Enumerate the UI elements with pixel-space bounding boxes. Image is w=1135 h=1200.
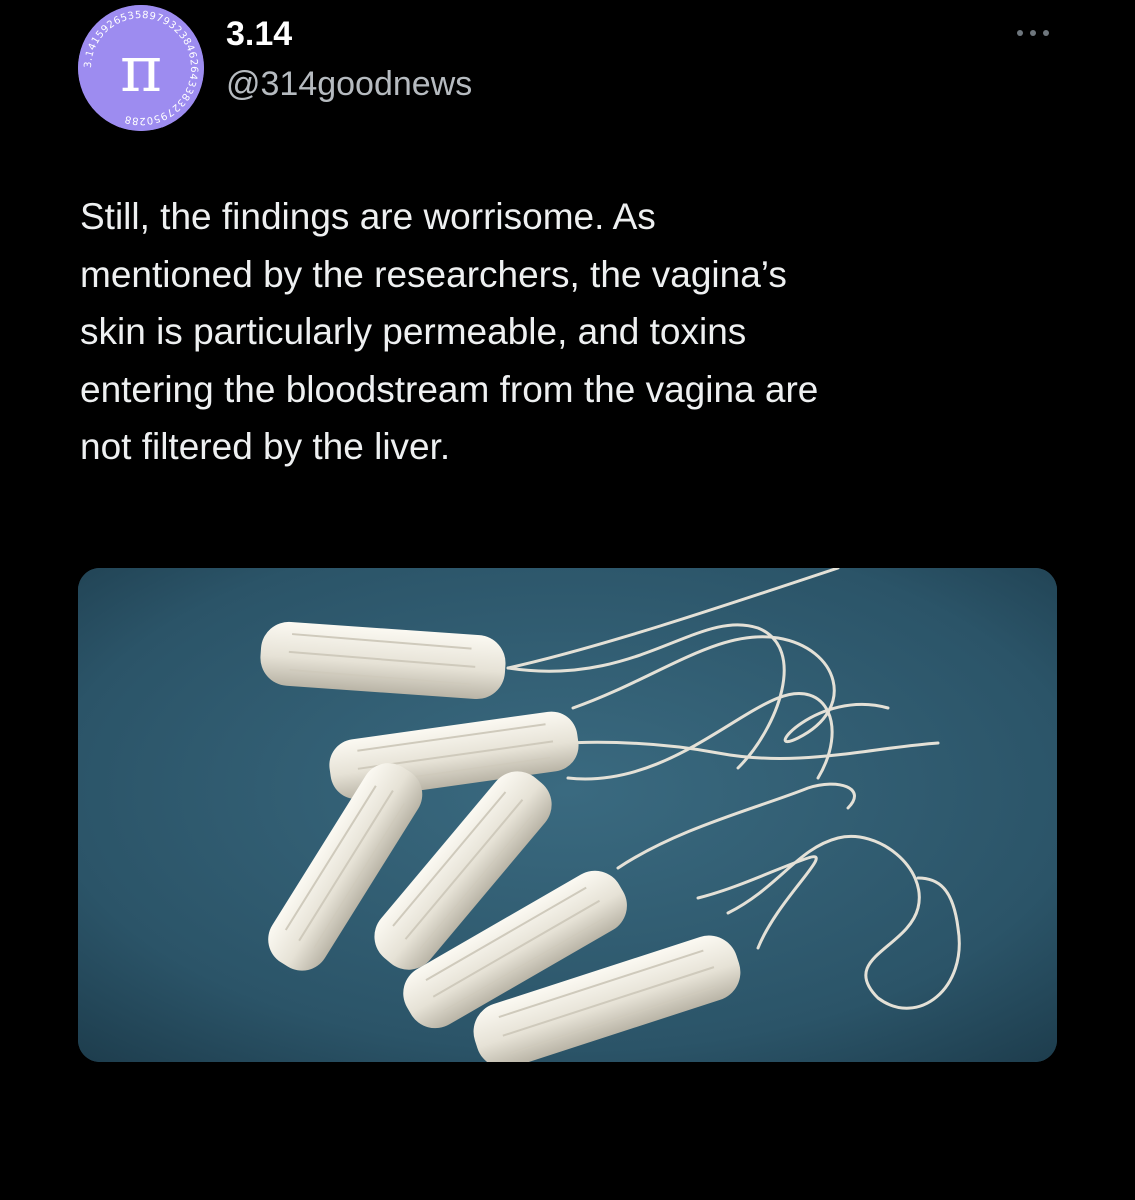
author-handle[interactable]: @314goodnews — [226, 64, 472, 104]
tampons-photo — [78, 568, 1057, 1062]
more-options-button[interactable] — [1010, 16, 1056, 50]
tweet: 3.14159265358979323846264338327950288 π … — [0, 0, 1135, 1200]
author-display-name[interactable]: 3.14 — [226, 14, 292, 54]
tweet-text: Still, the findings are worrisome. As me… — [80, 196, 819, 467]
svg-text:π: π — [120, 33, 162, 107]
tweet-media-image[interactable] — [78, 568, 1057, 1062]
avatar[interactable]: 3.14159265358979323846264338327950288 π — [78, 5, 204, 131]
more-dots-icon — [1017, 30, 1049, 36]
pi-symbol-icon: 3.14159265358979323846264338327950288 π — [78, 5, 204, 131]
